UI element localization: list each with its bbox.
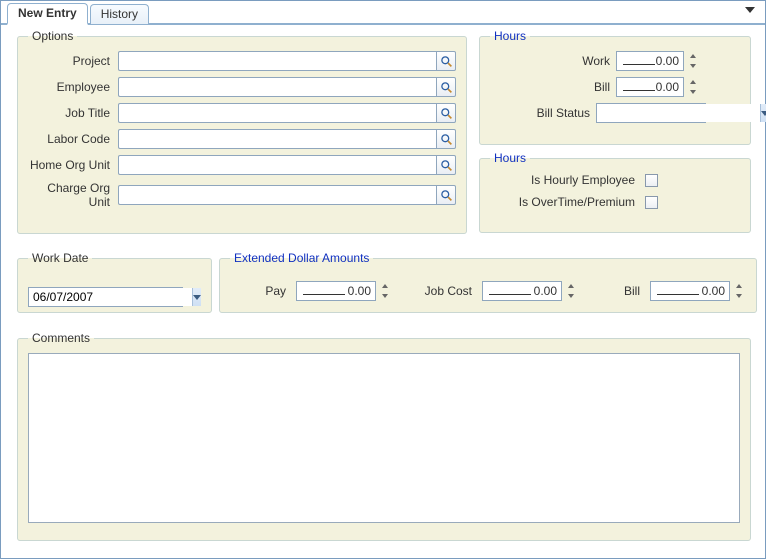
billstatus-dropdown-button[interactable] [760, 104, 766, 122]
pay-label: Pay [230, 284, 290, 298]
overtime-checkbox[interactable] [645, 196, 658, 209]
extbill-spinner[interactable] [732, 281, 746, 301]
tab-history[interactable]: History [90, 4, 149, 24]
homeorg-label: Home Org Unit [28, 158, 118, 172]
pay-input[interactable]: 0.00 [296, 281, 376, 301]
work-hours-input[interactable]: 0.00 [616, 51, 684, 71]
hours-legend: Hours [490, 29, 530, 43]
workdate-dropdown-button[interactable] [192, 288, 201, 306]
jobtitle-lookup-button[interactable] [436, 103, 456, 123]
laborcode-label: Labor Code [28, 132, 118, 146]
bill-hours-label: Bill [556, 80, 616, 94]
jobtitle-label: Job Title [28, 106, 118, 120]
bill-hours-input[interactable]: 0.00 [616, 77, 684, 97]
laborcode-input[interactable] [118, 129, 436, 149]
extended-amounts-group: Extended Dollar Amounts Pay 0.00 Job Cos… [219, 251, 757, 313]
workdate-group: Work Date [17, 251, 212, 313]
laborcode-lookup-button[interactable] [436, 129, 456, 149]
workdate-legend: Work Date [28, 251, 92, 265]
extbill-label: Bill [584, 284, 644, 298]
billstatus-label: Bill Status [526, 106, 596, 120]
jobcost-spinner[interactable] [564, 281, 578, 301]
project-label: Project [28, 54, 118, 68]
hour-flags-group: Hours Is Hourly Employee Is OverTime/Pre… [479, 151, 751, 233]
extended-legend: Extended Dollar Amounts [230, 251, 373, 265]
magnify-icon [440, 107, 453, 120]
hours-group: Hours Work 0.00 Bill 0.00 [479, 29, 751, 145]
jobcost-input[interactable]: 0.00 [482, 281, 562, 301]
extbill-input[interactable]: 0.00 [650, 281, 730, 301]
comments-textarea[interactable] [28, 353, 740, 523]
magnify-icon [440, 159, 453, 172]
homeorg-input[interactable] [118, 155, 436, 175]
hourly-employee-label: Is Hourly Employee [505, 173, 645, 187]
billstatus-input[interactable] [597, 104, 760, 122]
main-window: New Entry History Options Project Employ… [0, 0, 766, 559]
bill-hours-spinner[interactable] [686, 77, 700, 97]
project-lookup-button[interactable] [436, 51, 456, 71]
hourly-employee-checkbox[interactable] [645, 174, 658, 187]
magnify-icon [440, 189, 453, 202]
options-group: Options Project Employee [17, 29, 467, 234]
hour-flags-legend: Hours [490, 151, 530, 165]
pay-value: 0.00 [348, 284, 371, 298]
magnify-icon [440, 81, 453, 94]
chargeorg-input[interactable] [118, 185, 436, 205]
workdate-input[interactable] [29, 288, 192, 306]
work-hours-label: Work [556, 54, 616, 68]
billstatus-combo[interactable] [596, 103, 706, 123]
comments-group: Comments [17, 331, 751, 541]
magnify-icon [440, 133, 453, 146]
employee-label: Employee [28, 80, 118, 94]
employee-input[interactable] [118, 77, 436, 97]
chargeorg-label: Charge Org Unit [28, 181, 118, 209]
jobcost-label: Job Cost [398, 284, 476, 298]
tab-new-entry[interactable]: New Entry [7, 3, 88, 25]
tab-strip: New Entry History [1, 1, 765, 25]
work-hours-spinner[interactable] [686, 51, 700, 71]
magnify-icon [440, 55, 453, 68]
employee-lookup-button[interactable] [436, 77, 456, 97]
homeorg-lookup-button[interactable] [436, 155, 456, 175]
project-input[interactable] [118, 51, 436, 71]
bill-hours-value: 0.00 [656, 80, 679, 94]
chargeorg-lookup-button[interactable] [436, 185, 456, 205]
pay-spinner[interactable] [378, 281, 392, 301]
workdate-combo[interactable] [28, 287, 183, 307]
extbill-value: 0.00 [702, 284, 725, 298]
work-hours-value: 0.00 [656, 54, 679, 68]
overtime-label: Is OverTime/Premium [505, 195, 645, 209]
options-legend: Options [28, 29, 77, 43]
jobtitle-input[interactable] [118, 103, 436, 123]
jobcost-value: 0.00 [534, 284, 557, 298]
comments-legend: Comments [28, 331, 94, 345]
tab-menu-caret[interactable] [745, 7, 755, 13]
